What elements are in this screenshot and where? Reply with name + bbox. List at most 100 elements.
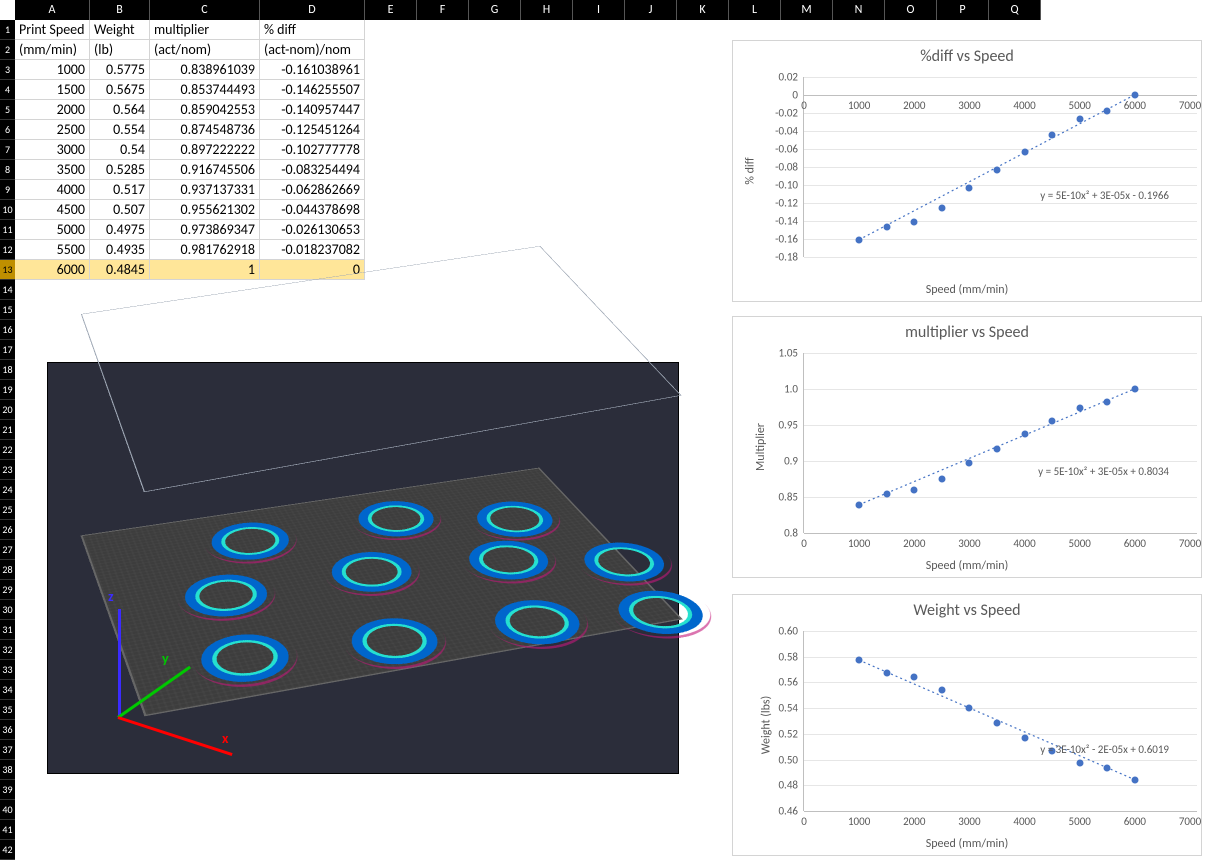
chart-c2[interactable]: multiplier vs SpeedMultiplierSpeed (mm/m… (732, 316, 1202, 578)
row-number[interactable]: 30 (0, 600, 15, 620)
row-number[interactable]: 11 (0, 220, 15, 240)
column-header[interactable]: K (677, 0, 729, 20)
cell[interactable]: (act-nom)/nom (260, 40, 365, 60)
column-header[interactable]: F (417, 0, 469, 20)
column-header[interactable]: J (625, 0, 677, 20)
cell[interactable]: 1 (150, 260, 260, 280)
row-number[interactable]: 4 (0, 80, 15, 100)
column-header[interactable]: I (573, 0, 625, 20)
row-number[interactable]: 20 (0, 400, 15, 420)
row-number[interactable]: 9 (0, 180, 15, 200)
cell[interactable]: 0.955621302 (150, 200, 260, 220)
cell[interactable]: 4000 (15, 180, 90, 200)
row-number[interactable]: 7 (0, 140, 15, 160)
cell[interactable]: -0.102777778 (260, 140, 365, 160)
row-number[interactable]: 35 (0, 700, 15, 720)
cell[interactable]: Print Speed (15, 20, 90, 40)
row-number[interactable]: 21 (0, 420, 15, 440)
row-number[interactable]: 23 (0, 460, 15, 480)
cell[interactable]: 5500 (15, 240, 90, 260)
cell[interactable]: 0.853744493 (150, 80, 260, 100)
cell[interactable]: % diff (260, 20, 365, 40)
cell[interactable]: 3500 (15, 160, 90, 180)
cell[interactable]: 0.4935 (90, 240, 150, 260)
cell[interactable]: -0.062862669 (260, 180, 365, 200)
cell[interactable]: 0.5775 (90, 60, 150, 80)
column-header[interactable]: C (150, 0, 260, 20)
column-header[interactable]: B (90, 0, 150, 20)
column-header[interactable]: P (937, 0, 989, 20)
column-header[interactable]: G (469, 0, 521, 20)
row-number[interactable]: 38 (0, 760, 15, 780)
cell[interactable]: 0.5675 (90, 80, 150, 100)
cell[interactable]: 6000 (15, 260, 90, 280)
row-number[interactable]: 26 (0, 520, 15, 540)
column-header[interactable]: M (781, 0, 833, 20)
column-header[interactable]: A (15, 0, 90, 20)
cell[interactable]: 1500 (15, 80, 90, 100)
row-number[interactable]: 6 (0, 120, 15, 140)
cell[interactable]: 0.54 (90, 140, 150, 160)
cell[interactable]: 3000 (15, 140, 90, 160)
cell[interactable]: (lb) (90, 40, 150, 60)
row-number[interactable]: 13 (0, 260, 15, 280)
cell[interactable]: 0.916745506 (150, 160, 260, 180)
row-number[interactable]: 22 (0, 440, 15, 460)
cell[interactable]: 0.554 (90, 120, 150, 140)
cell[interactable]: -0.044378698 (260, 200, 365, 220)
cell[interactable]: 4500 (15, 200, 90, 220)
row-number[interactable]: 10 (0, 200, 15, 220)
cell[interactable]: 0 (260, 260, 365, 280)
cell[interactable]: (act/nom) (150, 40, 260, 60)
row-number[interactable]: 33 (0, 660, 15, 680)
row-number[interactable]: 36 (0, 720, 15, 740)
column-header[interactable]: E (365, 0, 417, 20)
row-number[interactable]: 17 (0, 340, 15, 360)
cell[interactable]: -0.125451264 (260, 120, 365, 140)
cell[interactable]: 0.981762918 (150, 240, 260, 260)
row-number[interactable]: 24 (0, 480, 15, 500)
chart-c1[interactable]: %diff vs Speed% diffSpeed (mm/min)-0.18-… (732, 40, 1202, 302)
cell[interactable]: 0.5285 (90, 160, 150, 180)
row-number[interactable]: 27 (0, 540, 15, 560)
cell[interactable]: 5000 (15, 220, 90, 240)
cell[interactable]: 0.564 (90, 100, 150, 120)
chart-c3[interactable]: Weight vs SpeedWeight (lbs)Speed (mm/min… (732, 594, 1202, 856)
row-number[interactable]: 32 (0, 640, 15, 660)
row-number[interactable]: 2 (0, 40, 15, 60)
row-number[interactable]: 41 (0, 820, 15, 840)
column-header[interactable]: Q (989, 0, 1041, 20)
row-number[interactable]: 31 (0, 620, 15, 640)
column-header[interactable]: D (260, 0, 365, 20)
column-header[interactable]: O (885, 0, 937, 20)
row-number[interactable]: 14 (0, 280, 15, 300)
row-number[interactable]: 3 (0, 60, 15, 80)
row-number[interactable]: 39 (0, 780, 15, 800)
cell[interactable]: 1000 (15, 60, 90, 80)
cell[interactable]: multiplier (150, 20, 260, 40)
row-number[interactable]: 18 (0, 360, 15, 380)
cell[interactable]: -0.083254494 (260, 160, 365, 180)
cell[interactable]: Weight (90, 20, 150, 40)
cell[interactable]: 0.838961039 (150, 60, 260, 80)
column-header[interactable]: H (521, 0, 573, 20)
cell[interactable]: -0.026130653 (260, 220, 365, 240)
cell[interactable]: 0.874548736 (150, 120, 260, 140)
row-number[interactable]: 12 (0, 240, 15, 260)
cell[interactable]: 0.4845 (90, 260, 150, 280)
cell[interactable]: 0.517 (90, 180, 150, 200)
row-number[interactable]: 42 (0, 840, 15, 860)
cell[interactable]: -0.018237082 (260, 240, 365, 260)
row-number[interactable]: 15 (0, 300, 15, 320)
row-number[interactable]: 8 (0, 160, 15, 180)
column-header[interactable]: N (833, 0, 885, 20)
row-number[interactable]: 25 (0, 500, 15, 520)
row-number[interactable]: 37 (0, 740, 15, 760)
column-header[interactable]: L (729, 0, 781, 20)
cell[interactable]: 0.973869347 (150, 220, 260, 240)
row-number[interactable]: 29 (0, 580, 15, 600)
row-number[interactable]: 19 (0, 380, 15, 400)
cell[interactable]: -0.161038961 (260, 60, 365, 80)
row-number[interactable]: 40 (0, 800, 15, 820)
cell[interactable]: -0.146255507 (260, 80, 365, 100)
